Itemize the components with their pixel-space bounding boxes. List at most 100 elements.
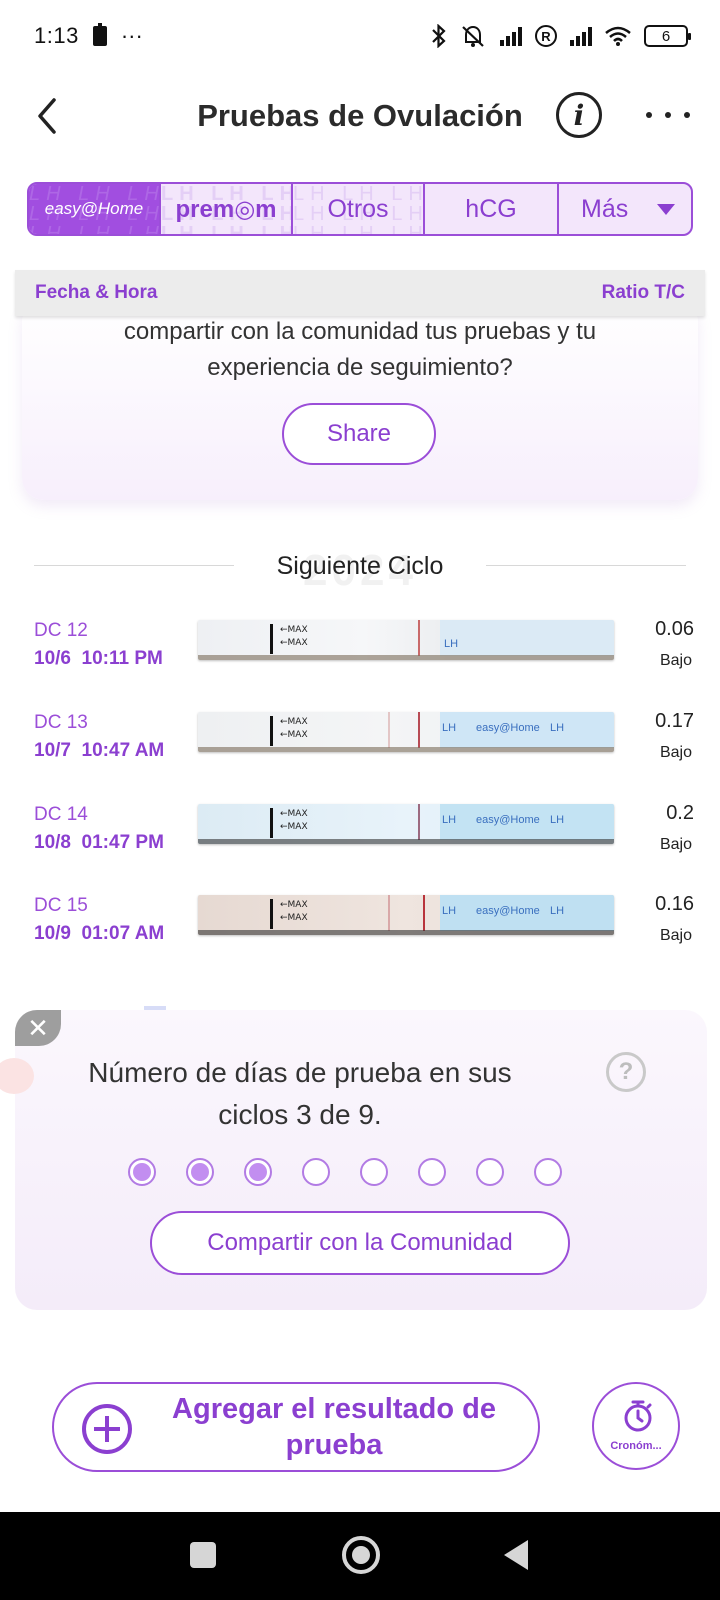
column-date-time: Fecha & Hora <box>35 282 158 303</box>
progress-dot-filled <box>244 1158 272 1186</box>
ratio-value: 0.2 <box>666 802 694 824</box>
tab-label: Más <box>581 194 629 223</box>
recents-icon[interactable] <box>190 1542 216 1568</box>
testing-days-line: ciclos 3 de 9. <box>218 1099 382 1130</box>
cycle-day: DC 13 <box>34 712 88 733</box>
share-button[interactable]: Share <box>282 403 436 465</box>
share-prompt: compartir con la comunidad tus pruebas y… <box>22 314 698 386</box>
test-row[interactable]: DC 13 10/7 10:47 AM ←MAX ←MAX LH easy@Hom… <box>34 710 694 782</box>
test-datetime: 10/8 01:47 PM <box>34 832 164 853</box>
progress-dot-empty <box>418 1158 446 1186</box>
table-header: Fecha & Hora Ratio T/C <box>15 270 705 316</box>
share-prompt-line: compartir con la comunidad tus pruebas y… <box>123 318 597 345</box>
signal-2-icon <box>570 26 592 46</box>
test-strip-image[interactable]: ←MAX ←MAX LH easy@Home LH <box>198 712 614 752</box>
add-result-line: Agregar el resultado de <box>172 1393 496 1425</box>
tab-premom[interactable]: LH LH LH LH LH LH LH LH LH prem◎m <box>161 184 293 234</box>
mute-icon <box>462 25 484 47</box>
chevron-down-icon <box>657 204 675 215</box>
ratio-value: 0.16 <box>655 893 694 915</box>
ratio-level: Bajo <box>659 744 692 761</box>
ratio-level: Bajo <box>659 652 692 669</box>
strip-max-text: ←MAX <box>280 638 308 648</box>
progress-dot-empty <box>360 1158 388 1186</box>
app-header: Pruebas de Ovulación i <box>0 78 720 154</box>
test-strip-image[interactable]: ←MAX ←MAX LH easy@Home LH <box>198 804 614 844</box>
strip-max-text: ←MAX <box>280 900 308 910</box>
strip-max-text: ←MAX <box>280 717 308 727</box>
strip-lh-text: LH <box>442 905 457 917</box>
testing-days-text: Número de días de prueba en sus ciclos 3… <box>60 1052 540 1136</box>
add-test-result-button[interactable]: Agregar el resultado de prueba <box>52 1382 540 1472</box>
strip-max-text: ←MAX <box>280 730 308 740</box>
tab-label: easy@Home <box>44 199 144 218</box>
test-strip-image[interactable]: ←MAX ←MAX LH <box>198 620 614 660</box>
strip-max-text: ←MAX <box>280 809 308 819</box>
cycle-day: DC 12 <box>34 620 88 641</box>
timer-button[interactable]: Cronóm... <box>592 1382 680 1470</box>
signal-1-icon <box>500 26 522 46</box>
add-test-result-label: Agregar el resultado de prueba <box>154 1384 514 1470</box>
progress-dot-empty <box>302 1158 330 1186</box>
test-row[interactable]: DC 15 10/9 01:07 AM ←MAX ←MAX LH easy@Hom… <box>34 893 694 965</box>
test-row[interactable]: DC 12 10/6 10:11 PM ←MAX ←MAX LH 0.06 Ba… <box>34 618 694 690</box>
strip-lh-text: LH <box>442 814 457 826</box>
strip-brand-text: easy@Home <box>476 814 540 826</box>
info-icon[interactable]: i <box>556 92 602 138</box>
test-row[interactable]: DC 14 10/8 01:47 PM ←MAX ←MAX LH easy@Hom… <box>34 802 694 874</box>
ratio-level: Bajo <box>659 836 692 853</box>
tab-label: Otros <box>327 194 389 223</box>
progress-dot-filled <box>128 1158 156 1186</box>
test-strip-image[interactable]: ←MAX ←MAX LH easy@Home LH <box>198 895 614 935</box>
ratio-value: 0.06 <box>655 618 694 640</box>
share-prompt-line: experiencia de seguimiento? <box>207 354 513 381</box>
strip-max-text: ←MAX <box>280 625 308 635</box>
strip-lh-text: LH <box>550 905 565 917</box>
stopwatch-icon <box>624 1400 652 1432</box>
cycle-label: Siguiente Ciclo <box>276 552 444 580</box>
system-nav-bar <box>0 1512 720 1600</box>
tab-mas[interactable]: Más <box>559 184 691 234</box>
timer-label: Cronóm... <box>610 1440 662 1452</box>
strip-lh-text: LH <box>444 638 459 650</box>
test-datetime: 10/7 10:47 AM <box>34 740 165 761</box>
testing-days-progress <box>128 1158 568 1188</box>
cycle-day: DC 15 <box>34 895 88 916</box>
progress-dot-empty <box>534 1158 562 1186</box>
tab-label: hCG <box>465 194 517 223</box>
plus-circle-icon <box>82 1404 132 1454</box>
strip-lh-text: LH <box>442 722 457 734</box>
ratio-value: 0.17 <box>655 710 694 732</box>
cycle-day: DC 14 <box>34 804 88 825</box>
test-datetime: 10/6 10:11 PM <box>34 648 163 669</box>
more-options-icon[interactable] <box>646 100 690 130</box>
cycle-divider: 2024 Siguiente Ciclo <box>34 546 686 595</box>
tab-easy-home[interactable]: LH LH LH LH LH LH LH LH LH easy@Home <box>29 184 161 234</box>
strip-max-text: ←MAX <box>280 913 308 923</box>
wifi-icon <box>605 26 631 46</box>
tab-otros[interactable]: LH LH LH LH LH LH LH LH LH Otros <box>293 184 425 234</box>
strip-brand-text: easy@Home <box>476 905 540 917</box>
brand-tabs: LH LH LH LH LH LH LH LH LH easy@Home LH LH… <box>27 182 693 236</box>
strip-brand-text: easy@Home <box>476 722 540 734</box>
tab-hcg[interactable]: hCG <box>425 184 559 234</box>
home-icon[interactable] <box>342 1536 380 1574</box>
svg-text:R: R <box>541 29 551 44</box>
battery-icon: 6 <box>644 25 691 47</box>
test-datetime: 10/9 01:07 AM <box>34 923 165 944</box>
testing-days-line: Número de días de prueba en sus <box>88 1057 512 1088</box>
status-bar: 1:13 ··· R 6 <box>0 0 720 72</box>
back-triangle-icon[interactable] <box>504 1540 528 1570</box>
share-community-button[interactable]: Compartir con la Comunidad <box>150 1211 570 1275</box>
progress-dot-empty <box>476 1158 504 1186</box>
tab-label: prem◎m <box>175 195 277 223</box>
add-result-line: prueba <box>285 1429 383 1461</box>
strip-lh-text: LH <box>550 814 565 826</box>
share-card: compartir con la comunidad tus pruebas y… <box>22 300 698 500</box>
strip-max-text: ←MAX <box>280 822 308 832</box>
ratio-level: Bajo <box>659 927 692 944</box>
help-icon[interactable]: ? <box>606 1052 646 1092</box>
status-time: 1:13 <box>34 23 79 48</box>
strip-lh-text: LH <box>550 722 565 734</box>
back-arrow-icon[interactable] <box>30 94 70 138</box>
